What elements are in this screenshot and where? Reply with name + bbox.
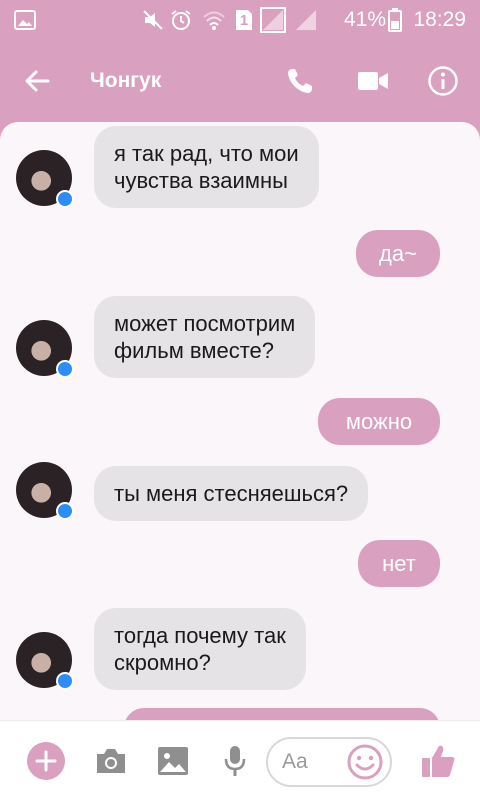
muted-icon bbox=[142, 0, 164, 40]
message-bubble-outgoing[interactable]: да~ bbox=[356, 230, 440, 277]
message-bubble-incoming[interactable]: тогда почему так скромно? bbox=[94, 608, 306, 690]
battery-icon bbox=[388, 0, 402, 40]
emoji-icon[interactable] bbox=[346, 743, 384, 786]
plus-icon[interactable] bbox=[26, 721, 66, 800]
thumbs-up-icon[interactable] bbox=[418, 721, 458, 800]
alarm-icon bbox=[170, 0, 192, 40]
microphone-icon[interactable] bbox=[222, 721, 248, 800]
camera-icon[interactable] bbox=[94, 721, 128, 800]
message-text: чувства взаимны bbox=[114, 168, 288, 193]
signal-icon bbox=[294, 0, 318, 40]
messenger-badge-icon bbox=[56, 502, 74, 520]
battery-percent: 41% bbox=[343, 8, 386, 31]
message-text: нет bbox=[382, 551, 416, 576]
message-input-wrapper bbox=[266, 737, 392, 787]
wifi-icon bbox=[202, 0, 226, 40]
message-text: да~ bbox=[379, 241, 417, 266]
gallery-icon bbox=[14, 0, 36, 40]
messenger-badge-icon bbox=[56, 672, 74, 690]
chat-header: Чонгук bbox=[0, 40, 480, 122]
message-text: может посмотрим bbox=[114, 311, 296, 336]
message-composer bbox=[0, 720, 480, 800]
messenger-badge-icon bbox=[56, 190, 74, 208]
message-input[interactable] bbox=[282, 747, 352, 777]
message-bubble-outgoing[interactable]: можно bbox=[318, 398, 440, 445]
message-text: можно bbox=[345, 409, 413, 434]
message-text: ты меня стесняешься? bbox=[114, 481, 349, 506]
message-text: фильм вместе? bbox=[114, 338, 275, 363]
message-bubble-outgoing[interactable]: нет bbox=[358, 540, 440, 587]
avatar[interactable] bbox=[16, 150, 74, 208]
messenger-badge-icon bbox=[56, 360, 74, 378]
signal-icon bbox=[260, 0, 286, 40]
message-bubble-outgoing-partial[interactable] bbox=[124, 708, 440, 720]
message-text: скромно? bbox=[114, 650, 211, 675]
chat-title[interactable]: Чонгук bbox=[90, 40, 161, 122]
message-bubble-incoming[interactable]: я так рад, что мои чувства взаимны bbox=[94, 126, 319, 208]
image-icon[interactable] bbox=[156, 721, 190, 800]
video-camera-icon[interactable] bbox=[356, 40, 390, 122]
avatar[interactable] bbox=[16, 462, 74, 520]
message-bubble-incoming[interactable]: ты меня стесняешься? bbox=[94, 466, 369, 521]
message-text: тогда почему так bbox=[114, 623, 286, 648]
info-icon[interactable] bbox=[426, 40, 460, 122]
message-list[interactable]: я так рад, что мои чувства взаимны да~ м… bbox=[0, 122, 480, 720]
avatar[interactable] bbox=[16, 320, 74, 378]
clock: 18:29 bbox=[413, 8, 466, 31]
message-bubble-incoming[interactable]: может посмотрим фильм вместе? bbox=[94, 296, 316, 378]
status-bar: 1 41% 18:29 bbox=[0, 0, 480, 40]
avatar[interactable] bbox=[16, 632, 74, 690]
message-text: я так рад, что мои bbox=[114, 141, 299, 166]
sim-slot-number: 1 bbox=[239, 11, 249, 29]
back-arrow-icon[interactable] bbox=[20, 40, 54, 122]
phone-icon[interactable] bbox=[282, 40, 318, 122]
